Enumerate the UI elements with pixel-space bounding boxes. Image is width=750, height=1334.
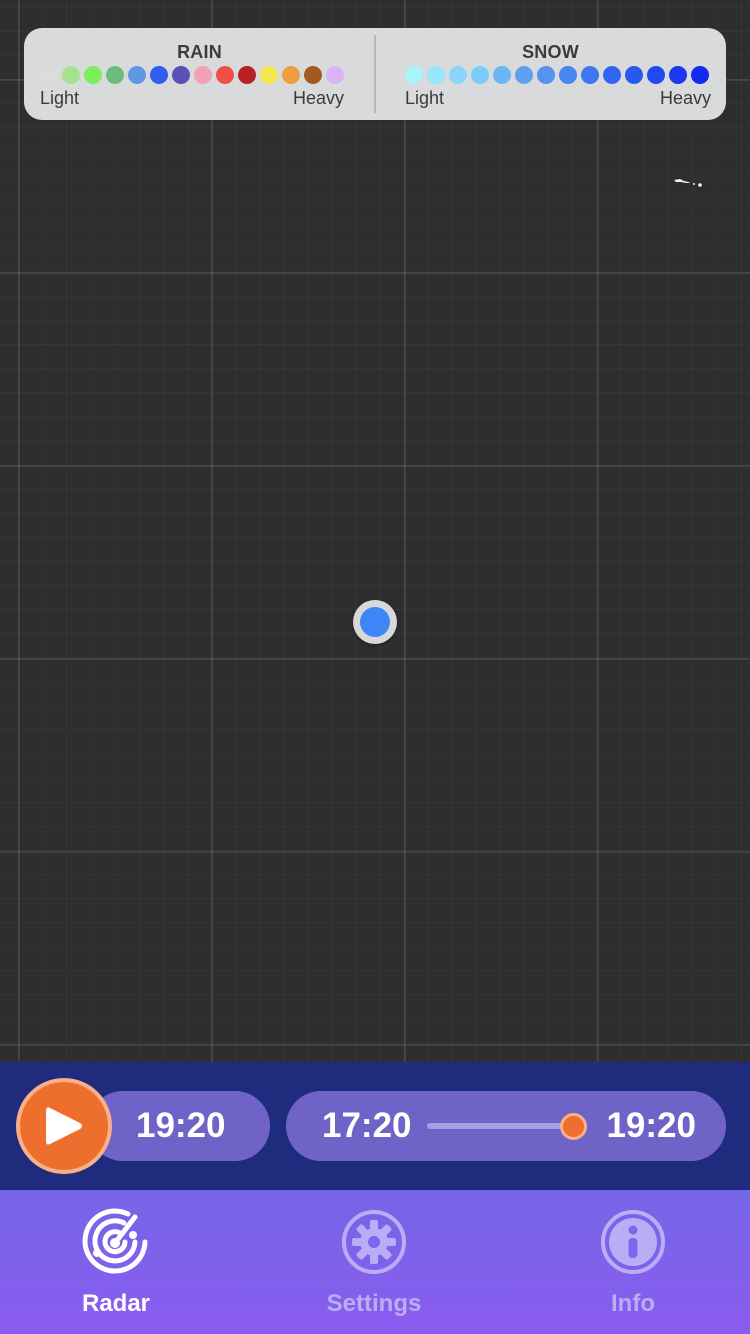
play-icon (46, 1107, 82, 1145)
range-start-time: 17:20 (322, 1106, 412, 1145)
current-time-pill: 19:20 (88, 1091, 270, 1161)
tab-settings-label: Settings (326, 1290, 422, 1317)
snow-swatch (449, 66, 467, 84)
location-dot-inner (360, 607, 390, 637)
rain-swatch (150, 66, 168, 84)
rain-swatch (326, 66, 344, 84)
snow-swatch (669, 66, 687, 84)
rain-legend: RAIN Light Heavy (24, 28, 375, 120)
rain-swatch (260, 66, 278, 84)
tab-info-label: Info (611, 1290, 655, 1317)
info-icon (601, 1210, 665, 1274)
precipitation-echo (674, 179, 702, 187)
snow-swatch (427, 66, 445, 84)
range-end-time: 19:20 (606, 1106, 696, 1145)
rain-swatch (40, 66, 58, 84)
snow-heavy-label: Heavy (659, 88, 711, 108)
rain-heavy-label: Heavy (292, 88, 344, 108)
snow-legend: SNOW Light Heavy (375, 28, 726, 120)
rain-swatch (304, 66, 322, 84)
snow-color-scale (405, 66, 709, 84)
tab-bar: Radar Settings Info (0, 1190, 750, 1334)
rain-swatch (62, 66, 80, 84)
snow-swatch (537, 66, 555, 84)
snow-swatch (405, 66, 423, 84)
radar-icon (82, 1208, 148, 1274)
rain-color-scale (40, 66, 344, 84)
rain-legend-title: RAIN (177, 42, 222, 62)
precipitation-legend: RAIN Light Heavy SNOW Light Heavy (24, 28, 726, 120)
radar-map[interactable] (0, 0, 750, 1062)
gear-icon (342, 1210, 406, 1274)
rain-swatch (172, 66, 190, 84)
snow-legend-title: SNOW (522, 42, 579, 62)
snow-swatch (647, 66, 665, 84)
snow-swatch (559, 66, 577, 84)
current-time: 19:20 (136, 1106, 226, 1145)
rain-swatch (194, 66, 212, 84)
rain-swatch (238, 66, 256, 84)
rain-swatch (84, 66, 102, 84)
snow-swatch (603, 66, 621, 84)
snow-swatch (581, 66, 599, 84)
tab-info[interactable]: Info (543, 1190, 723, 1334)
rain-swatch (282, 66, 300, 84)
rain-swatch (128, 66, 146, 84)
snow-swatch (625, 66, 643, 84)
tab-radar[interactable]: Radar (26, 1190, 206, 1334)
rain-swatch (216, 66, 234, 84)
rain-light-label: Light (40, 88, 80, 108)
timeline-slider-thumb[interactable] (559, 1113, 587, 1140)
tab-radar-label: Radar (81, 1290, 151, 1317)
snow-light-label: Light (405, 88, 445, 108)
snow-swatch (471, 66, 489, 84)
playback-bar: 19:20 17:20 19:20 (0, 1062, 750, 1190)
snow-swatch (493, 66, 511, 84)
current-location-marker (353, 600, 397, 644)
snow-swatch (691, 66, 709, 84)
rain-swatch (106, 66, 124, 84)
time-range-pill: 17:20 19:20 (286, 1091, 726, 1161)
timeline-slider-track[interactable] (427, 1123, 573, 1129)
play-button[interactable] (16, 1078, 112, 1174)
snow-swatch (515, 66, 533, 84)
tab-settings[interactable]: Settings (284, 1190, 464, 1334)
